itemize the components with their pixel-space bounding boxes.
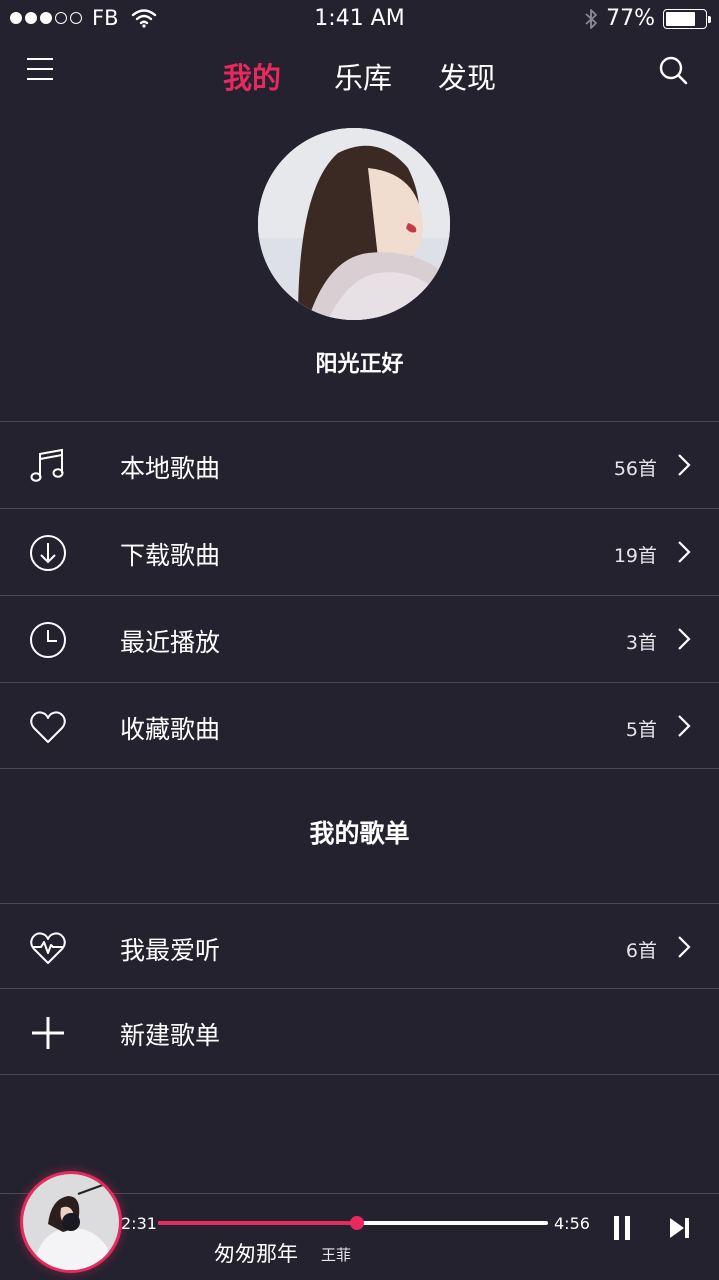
top-tabs: 我的 乐库 发现	[0, 50, 719, 100]
list-item-label: 最近播放	[120, 628, 221, 657]
progress-bar[interactable]	[158, 1216, 548, 1230]
list-item-playlist-favorites[interactable]: 我最爱听 6首	[0, 903, 719, 990]
divider	[0, 768, 719, 769]
list-item-label: 新建歌单	[120, 1021, 221, 1050]
list-item-label: 我最爱听	[120, 936, 221, 965]
bluetooth-icon	[585, 8, 597, 29]
progress-knob[interactable]	[349, 1216, 364, 1230]
song-title: 匆匆那年	[214, 1242, 298, 1266]
tab-library[interactable]: 乐库	[334, 55, 392, 97]
username: 阳光正好	[315, 352, 404, 377]
chevron-right-icon	[678, 715, 691, 737]
mini-player: 2:31 4:56 匆匆那年 王菲	[0, 1174, 719, 1280]
list-item-favorite-songs[interactable]: 收藏歌曲 5首	[0, 682, 719, 769]
song-count: 5首	[625, 719, 657, 741]
music-note-icon	[30, 448, 64, 482]
total-time: 4:56	[554, 1214, 590, 1233]
list-item-downloaded-songs[interactable]: 下载歌曲 19首	[0, 508, 719, 595]
chevron-right-icon	[678, 936, 691, 958]
list-item-label: 本地歌曲	[120, 454, 221, 483]
status-bar: FB 1:41 AM 77%	[0, 0, 719, 38]
chevron-right-icon	[678, 541, 691, 563]
song-count: 56首	[613, 458, 657, 480]
battery-icon	[663, 8, 711, 29]
elapsed-time: 2:31	[121, 1214, 157, 1233]
battery-level	[666, 11, 696, 26]
progress-fill	[158, 1221, 357, 1225]
album-art-disc[interactable]	[23, 1174, 119, 1270]
status-right: 77%	[584, 6, 711, 31]
plus-icon	[32, 1017, 64, 1049]
heart-icon	[30, 711, 66, 743]
pause-button[interactable]	[612, 1216, 632, 1240]
divider	[0, 1074, 719, 1075]
list-item-recently-played[interactable]: 最近播放 3首	[0, 595, 719, 682]
next-track-icon[interactable]	[668, 1216, 692, 1240]
song-count: 6首	[625, 940, 657, 962]
download-icon	[30, 535, 66, 571]
chevron-right-icon	[678, 628, 691, 650]
heart-pulse-icon	[30, 932, 66, 964]
song-count: 3首	[625, 632, 657, 654]
screen: FB 1:41 AM 77% 我的 乐库 发现 阳光正好 本地歌曲 56首 下载…	[0, 0, 719, 1280]
tab-mine[interactable]: 我的	[223, 55, 281, 97]
song-count: 19首	[613, 545, 657, 567]
clock-icon	[30, 622, 66, 658]
list-item-local-songs[interactable]: 本地歌曲 56首	[0, 421, 719, 508]
list-item-label: 下载歌曲	[120, 541, 221, 570]
battery-percent: 77%	[606, 6, 655, 31]
song-artist: 王菲	[321, 1246, 352, 1264]
chevron-right-icon	[678, 454, 691, 476]
playlists-title: 我的歌单	[309, 819, 410, 848]
tab-discover[interactable]: 发现	[438, 55, 496, 97]
search-icon[interactable]	[657, 54, 691, 88]
list-item-new-playlist[interactable]: 新建歌单	[0, 988, 719, 1075]
list-item-label: 收藏歌曲	[120, 715, 221, 744]
avatar[interactable]	[258, 128, 450, 320]
